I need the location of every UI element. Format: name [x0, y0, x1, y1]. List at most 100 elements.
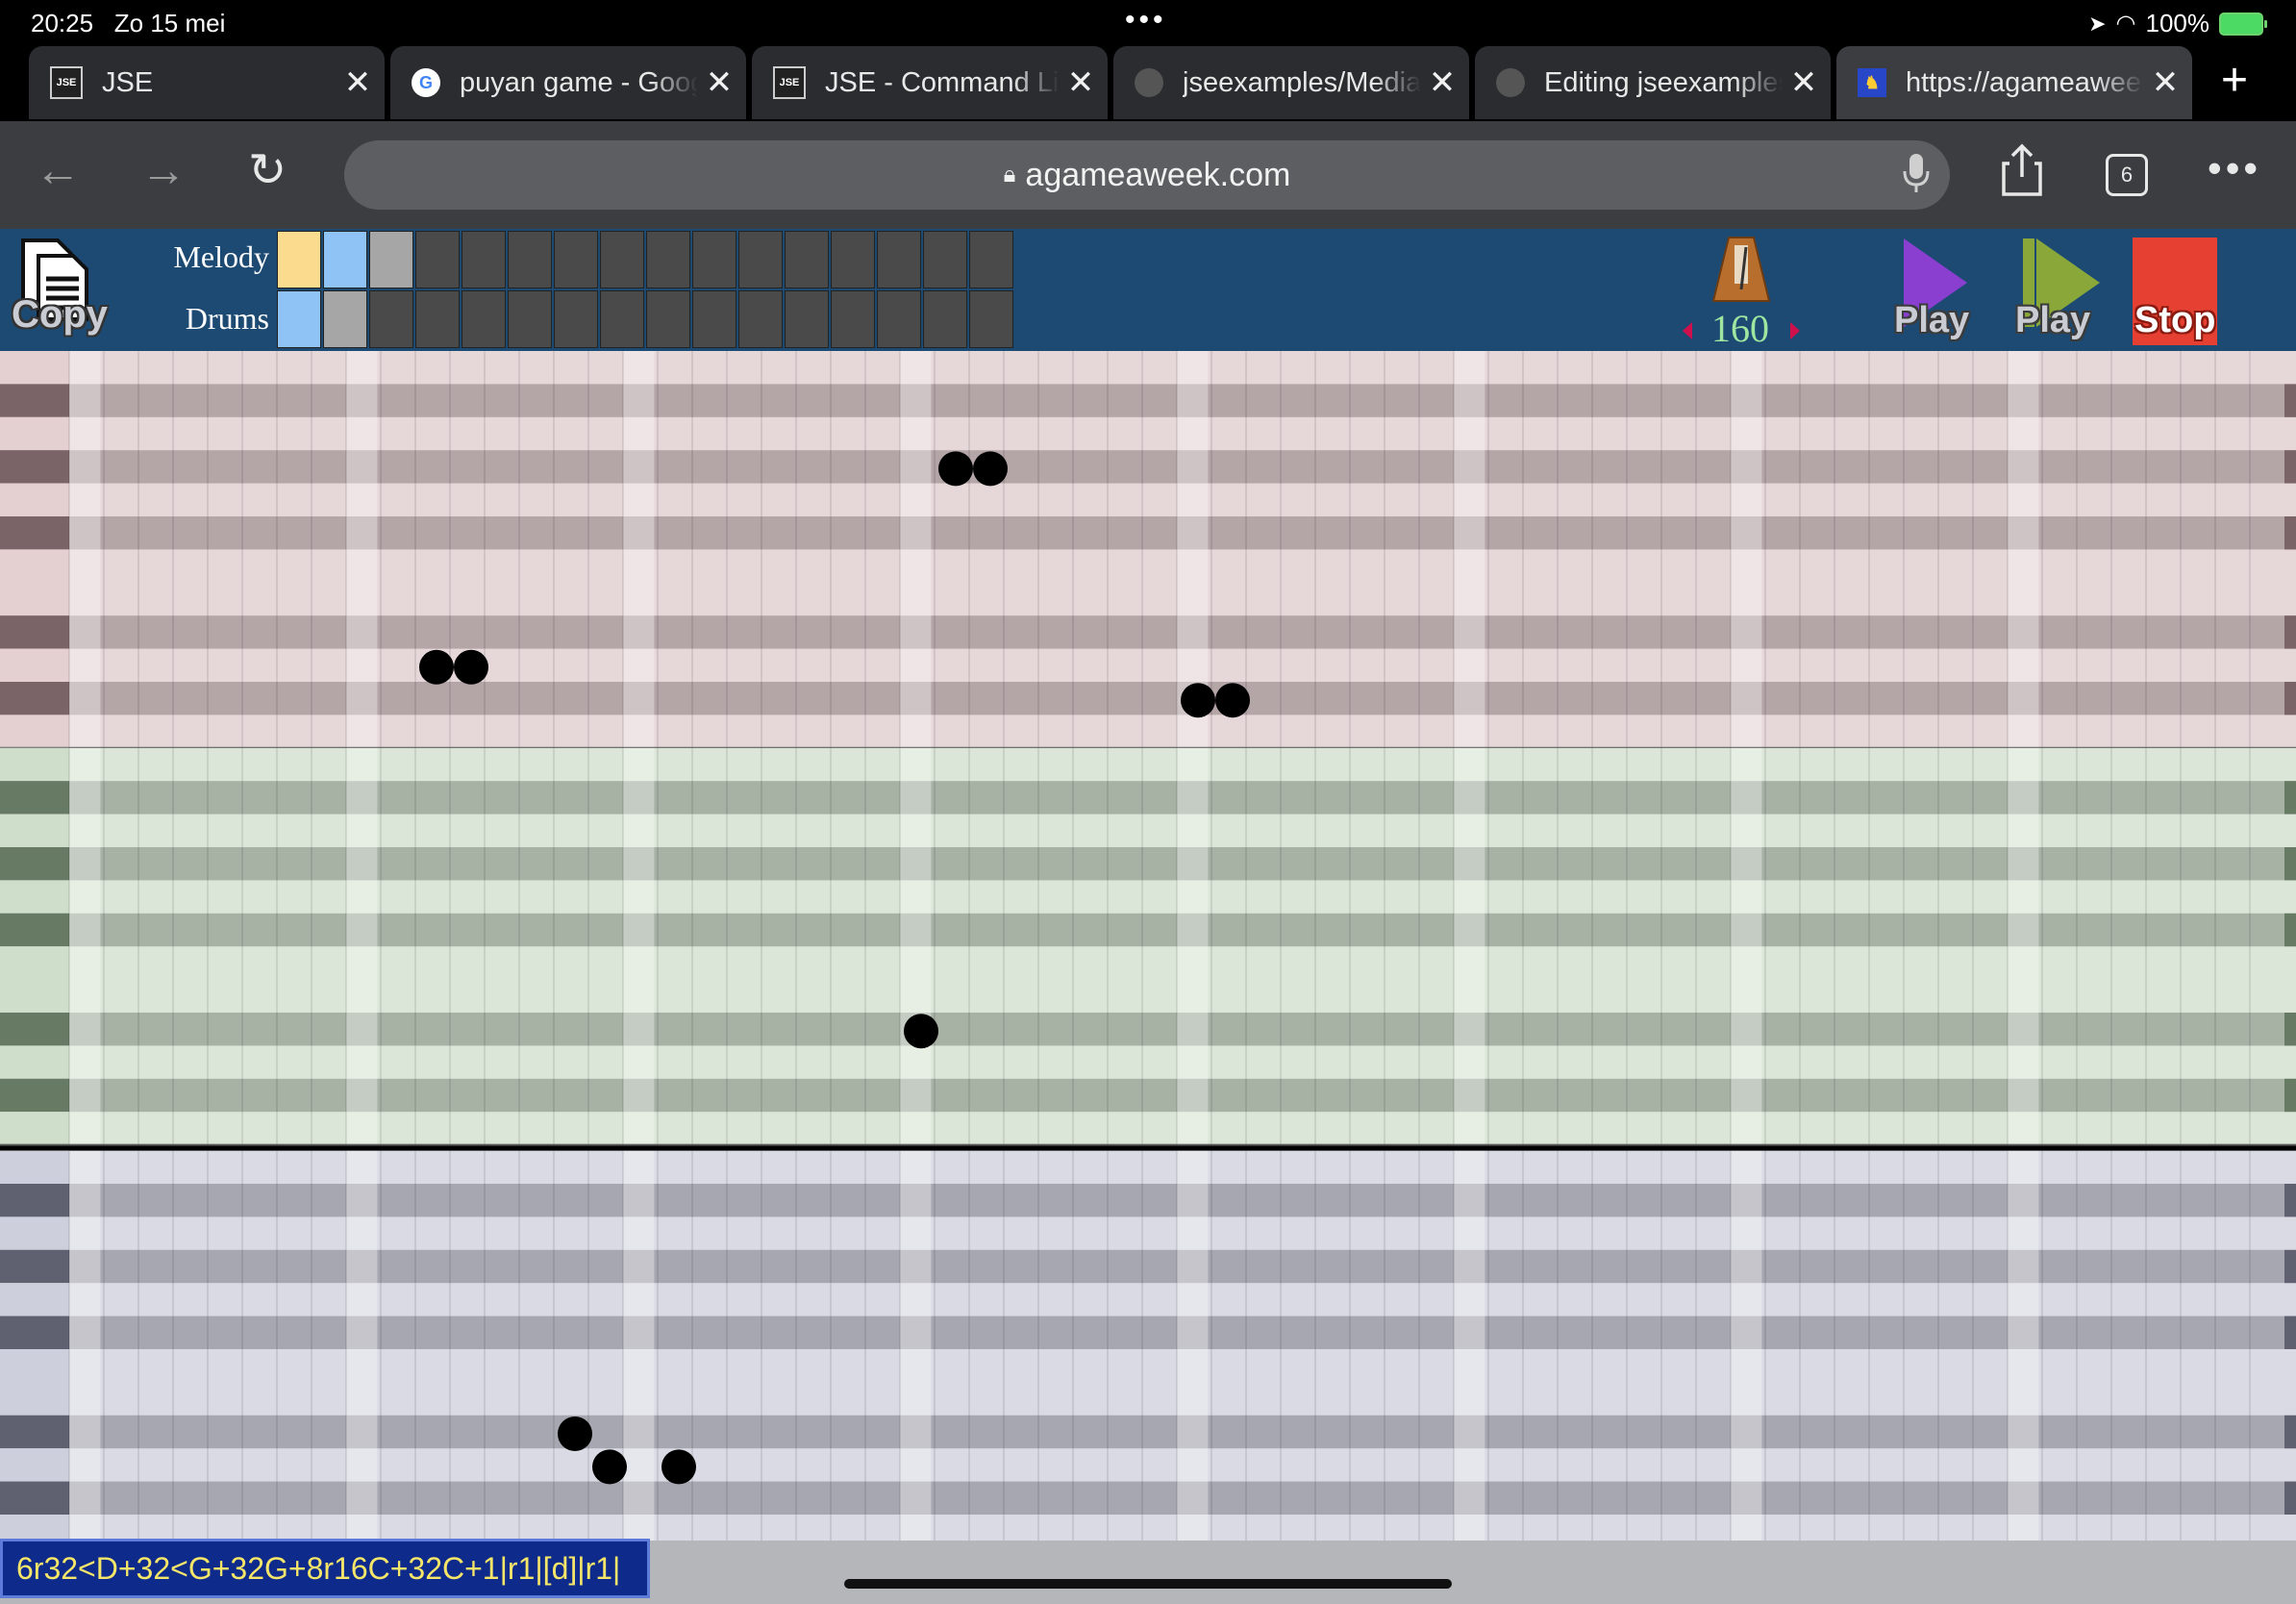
piano-key[interactable] — [0, 648, 69, 683]
grid-row[interactable] — [0, 1216, 2296, 1251]
grid-row[interactable] — [0, 1283, 2296, 1317]
grid-section-melody-high[interactable] — [0, 351, 2296, 749]
piano-key[interactable] — [0, 1283, 69, 1317]
piano-key[interactable] — [0, 814, 69, 848]
grid-row[interactable] — [0, 1448, 2296, 1483]
note-grid-canvas[interactable] — [0, 351, 2296, 1549]
melody-pattern-cell[interactable] — [785, 231, 829, 288]
microphone-icon[interactable] — [1902, 152, 1931, 203]
melody-pattern-cell[interactable] — [877, 231, 921, 288]
melody-pattern-cell[interactable] — [554, 231, 598, 288]
grid-row[interactable] — [0, 582, 2296, 616]
melody-pattern-cell[interactable] — [369, 231, 413, 288]
grid-row[interactable] — [0, 483, 2296, 517]
melody-pattern-cell[interactable] — [323, 231, 367, 288]
piano-key[interactable] — [0, 1216, 69, 1251]
grid-row[interactable] — [0, 880, 2296, 915]
piano-key[interactable] — [0, 549, 69, 584]
drums-pattern-cell[interactable] — [554, 290, 598, 348]
piano-key[interactable] — [0, 516, 69, 550]
note-dot[interactable] — [1181, 683, 1215, 718]
piano-key[interactable] — [0, 483, 69, 517]
drums-pattern-cell[interactable] — [923, 290, 967, 348]
note-dot[interactable] — [558, 1416, 592, 1451]
piano-key[interactable] — [0, 615, 69, 650]
drums-pattern-cell[interactable] — [369, 290, 413, 348]
grid-row[interactable] — [0, 946, 2296, 981]
piano-key[interactable] — [0, 946, 69, 981]
back-arrow-icon[interactable]: ← — [35, 148, 81, 194]
melody-pattern-cell[interactable] — [277, 231, 321, 288]
drums-pattern-cell[interactable] — [323, 290, 367, 348]
drums-pattern-cell[interactable] — [462, 290, 506, 348]
tab-count-button[interactable]: 6 — [2106, 154, 2148, 196]
grid-row[interactable] — [0, 450, 2296, 485]
grid-row[interactable] — [0, 648, 2296, 683]
browser-tab[interactable]: Editing jseexamples ✕ — [1475, 46, 1831, 119]
music-code-output[interactable]: 6r32<D+32<G+32G+8r16C+32C+1|r1|[d]|r1| — [0, 1539, 650, 1598]
melody-pattern-cell[interactable] — [462, 231, 506, 288]
grid-row[interactable] — [0, 1382, 2296, 1416]
browser-tab[interactable]: JSE JSE ✕ — [29, 46, 385, 119]
grid-row[interactable] — [0, 416, 2296, 451]
piano-key[interactable] — [0, 1481, 69, 1516]
grid-row[interactable] — [0, 516, 2296, 550]
piano-key[interactable] — [0, 1249, 69, 1284]
grid-row[interactable] — [0, 781, 2296, 815]
grid-row[interactable] — [0, 1249, 2296, 1284]
piano-key[interactable] — [0, 416, 69, 451]
melody-pattern-cell[interactable] — [415, 231, 460, 288]
piano-key[interactable] — [0, 1112, 69, 1146]
note-dot[interactable] — [1215, 683, 1250, 718]
piano-key[interactable] — [0, 1045, 69, 1080]
drums-pattern-cell[interactable] — [277, 290, 321, 348]
close-tab-icon[interactable]: ✕ — [2144, 63, 2186, 102]
tempo-up-arrow-icon[interactable] — [1790, 322, 1800, 339]
grid-row[interactable] — [0, 1415, 2296, 1449]
note-dot[interactable] — [661, 1449, 696, 1485]
grid-row[interactable] — [0, 1045, 2296, 1080]
grid-row[interactable] — [0, 1112, 2296, 1146]
piano-key[interactable] — [0, 714, 69, 749]
piano-key[interactable] — [0, 351, 69, 385]
drums-pattern-cell[interactable] — [969, 290, 1013, 348]
browser-tab[interactable]: JSE JSE - Command Line ✕ — [752, 46, 1108, 119]
note-dot[interactable] — [938, 451, 973, 487]
drums-pattern-cell[interactable] — [877, 290, 921, 348]
melody-pattern-cell[interactable] — [692, 231, 736, 288]
piano-key[interactable] — [0, 1013, 69, 1046]
note-dot[interactable] — [419, 649, 454, 685]
grid-row[interactable] — [0, 1184, 2296, 1217]
melody-pattern-cell[interactable] — [600, 231, 644, 288]
piano-key[interactable] — [0, 913, 69, 947]
piano-key[interactable] — [0, 847, 69, 881]
melody-pattern-cell[interactable] — [923, 231, 967, 288]
browser-tab[interactable]: jseexamples/Media ✕ — [1113, 46, 1469, 119]
forward-arrow-icon[interactable]: → — [140, 148, 187, 194]
grid-row[interactable] — [0, 747, 2296, 782]
copy-button[interactable]: Copy — [12, 293, 108, 337]
close-tab-icon[interactable]: ✕ — [1060, 63, 1102, 102]
new-tab-button[interactable]: + — [2221, 58, 2248, 104]
grid-row[interactable] — [0, 847, 2296, 881]
grid-row[interactable] — [0, 615, 2296, 650]
drums-pattern-cell[interactable] — [508, 290, 552, 348]
drums-pattern-cell[interactable] — [785, 290, 829, 348]
piano-key[interactable] — [0, 1316, 69, 1350]
piano-key[interactable] — [0, 1150, 69, 1185]
grid-row[interactable] — [0, 714, 2296, 749]
melody-pattern-cell[interactable] — [969, 231, 1013, 288]
grid-section-drums[interactable] — [0, 1150, 2296, 1549]
piano-key[interactable] — [0, 450, 69, 485]
play-from-start-button[interactable]: Play — [2015, 300, 2090, 341]
melody-pattern-cell[interactable] — [831, 231, 875, 288]
note-dot[interactable] — [592, 1449, 627, 1485]
grid-row[interactable] — [0, 682, 2296, 715]
drums-pattern-cell[interactable] — [415, 290, 460, 348]
more-options-icon[interactable]: ••• — [2208, 148, 2261, 188]
share-icon[interactable] — [2000, 142, 2044, 203]
grid-row[interactable] — [0, 549, 2296, 584]
grid-row[interactable] — [0, 1013, 2296, 1046]
piano-key[interactable] — [0, 781, 69, 815]
grid-row[interactable] — [0, 1515, 2296, 1548]
